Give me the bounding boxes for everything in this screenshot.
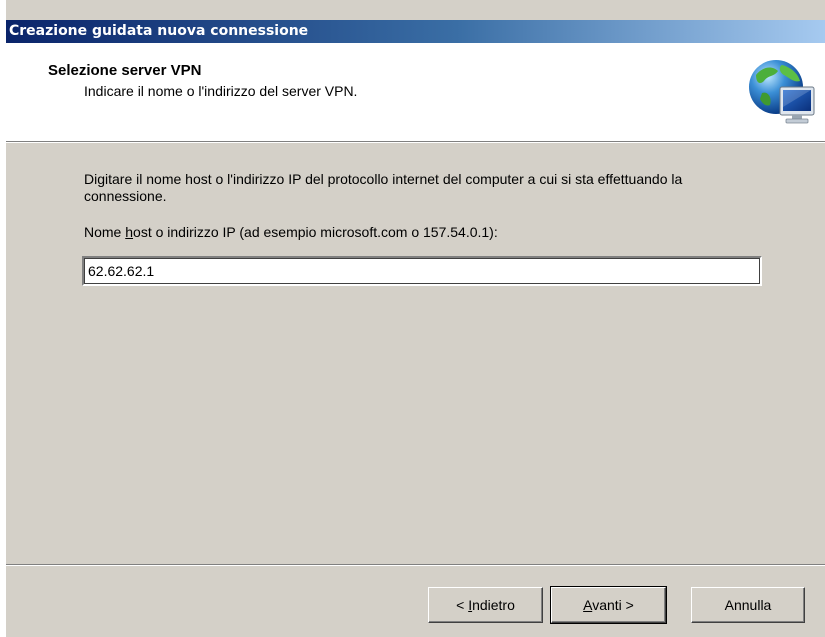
host-input[interactable] <box>82 256 762 286</box>
wizard-content: Digitare il nome host o l'indirizzo IP d… <box>6 142 825 564</box>
wizard-window: Creazione guidata nuova connessione Sele… <box>6 0 825 637</box>
next-button-part: vanti > <box>592 597 634 613</box>
host-field-label-part: Nome <box>84 224 126 240</box>
next-button[interactable]: Avanti > <box>550 586 667 624</box>
host-field-label-accelerator: h <box>125 224 134 240</box>
wizard-header: Selezione server VPN Indicare il nome o … <box>6 43 825 143</box>
title-bar[interactable]: Creazione guidata nuova connessione <box>6 20 825 43</box>
next-button-accelerator: A <box>583 597 593 613</box>
page-title: Selezione server VPN <box>48 62 202 79</box>
back-button-part: ndietro <box>472 597 515 613</box>
cancel-button[interactable]: Annulla <box>691 587 805 623</box>
globe-monitor-icon <box>749 60 815 124</box>
host-field-label: Nome host o indirizzo IP (ad esempio mic… <box>84 224 498 240</box>
host-field-label-part: ost o indirizzo IP (ad esempio microsoft… <box>133 224 498 240</box>
description-text: Digitare il nome host o l'indirizzo IP d… <box>84 171 683 204</box>
window-title: Creazione guidata nuova connessione <box>9 23 309 39</box>
footer-divider <box>6 564 825 566</box>
page-subtitle: Indicare il nome o l'indirizzo del serve… <box>84 83 358 99</box>
back-button[interactable]: < Indietro <box>428 587 543 623</box>
back-button-part: < <box>456 597 469 613</box>
